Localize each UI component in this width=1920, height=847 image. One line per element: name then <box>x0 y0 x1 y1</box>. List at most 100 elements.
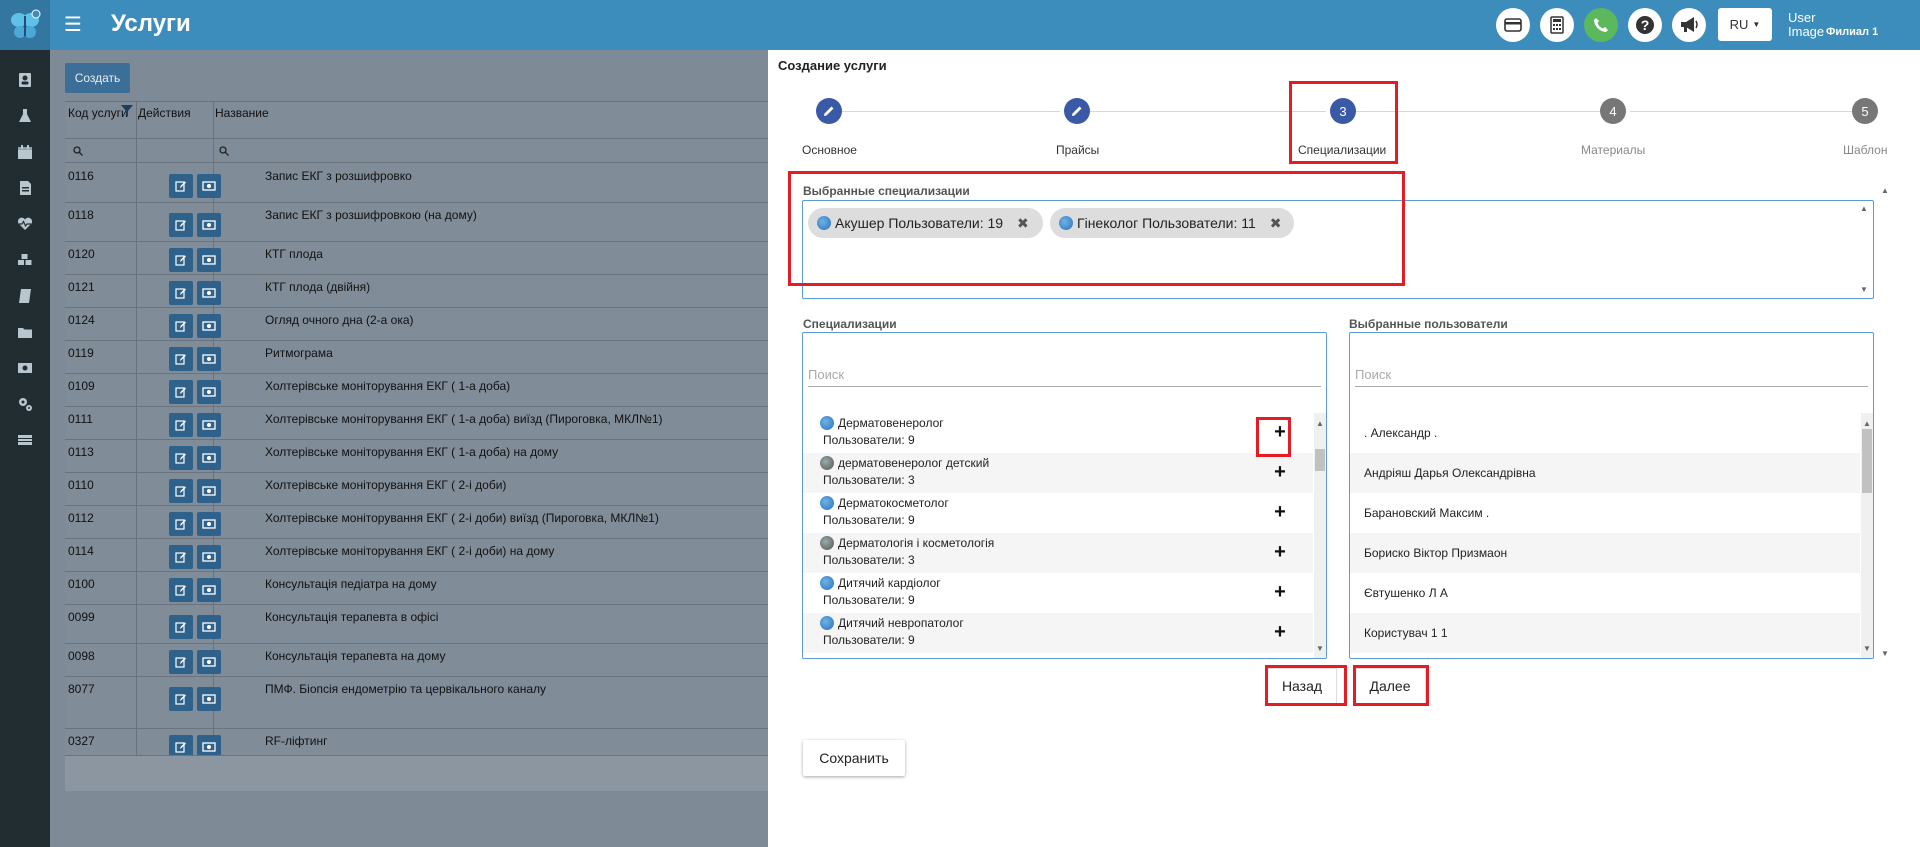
table-row[interactable]: 0112 Холтерівське моніторування ЕКГ ( 2-і… <box>65 506 768 539</box>
card-icon[interactable] <box>1496 8 1530 42</box>
table-row[interactable]: 0119 Ритмограма <box>65 341 768 374</box>
step-1-pencil-icon[interactable] <box>816 98 842 124</box>
edit-icon[interactable] <box>169 512 193 536</box>
users-search[interactable] <box>1355 363 1868 387</box>
specializations-search[interactable] <box>808 363 1321 387</box>
calendar-icon[interactable] <box>15 142 35 162</box>
edit-icon[interactable] <box>169 248 193 272</box>
phone-icon[interactable] <box>1584 8 1618 42</box>
specializations-search-input[interactable] <box>808 363 1321 385</box>
add-specialization-icon[interactable]: + <box>1265 497 1295 527</box>
specialization-item[interactable]: Дитячий невропатолог Пользователи: 9 + <box>803 613 1313 653</box>
price-icon[interactable] <box>197 687 221 711</box>
contacts-icon[interactable] <box>15 70 35 90</box>
step-2-pencil-icon[interactable] <box>1064 98 1090 124</box>
language-dropdown[interactable]: RU ▼ <box>1718 8 1772 41</box>
add-specialization-icon[interactable]: + <box>1265 617 1295 647</box>
flask-icon[interactable] <box>15 106 35 126</box>
edit-icon[interactable] <box>169 314 193 338</box>
calculator-icon[interactable] <box>1540 8 1574 42</box>
edit-icon[interactable] <box>169 380 193 404</box>
panel-scroll-up-icon[interactable]: ▲ <box>1881 186 1889 195</box>
add-specialization-icon[interactable]: + <box>1265 537 1295 567</box>
scroll-down-icon[interactable]: ▼ <box>1860 285 1868 294</box>
specialization-item[interactable]: дерматовенеролог детский Пользователи: 3 + <box>803 453 1313 493</box>
edit-icon[interactable] <box>169 413 193 437</box>
scroll-up-icon[interactable]: ▲ <box>1863 419 1871 428</box>
menu-toggle-icon[interactable]: ☰ <box>64 15 82 35</box>
table-row[interactable]: 0110 Холтерівське моніторування ЕКГ ( 2-і… <box>65 473 768 506</box>
price-icon[interactable] <box>197 446 221 470</box>
table-row[interactable]: 0124 Огляд очного дна (2-а ока) <box>65 308 768 341</box>
table-row[interactable]: 0121 КТГ плода (двійня) <box>65 275 768 308</box>
price-icon[interactable] <box>197 650 221 674</box>
edit-icon[interactable] <box>169 479 193 503</box>
edit-icon[interactable] <box>169 578 193 602</box>
branch-name[interactable]: Филиал 1 <box>1826 26 1878 38</box>
price-icon[interactable] <box>197 174 221 198</box>
scrollbar-thumb[interactable] <box>1862 429 1872 493</box>
edit-icon[interactable] <box>169 545 193 569</box>
search-icon[interactable] <box>219 146 229 159</box>
price-icon[interactable] <box>197 545 221 569</box>
scroll-up-icon[interactable]: ▲ <box>1316 419 1324 428</box>
specialization-item[interactable]: Дитячий кардіолог Пользователи: 9 + <box>803 573 1313 613</box>
cubes-icon[interactable] <box>15 250 35 270</box>
table-row[interactable]: 0100 Консультація педіатра на дому <box>65 572 768 605</box>
price-icon[interactable] <box>197 248 221 272</box>
price-icon[interactable] <box>197 615 221 639</box>
table-row[interactable]: 0113 Холтерівське моніторування ЕКГ ( 1-а… <box>65 440 768 473</box>
help-icon[interactable]: ? <box>1628 8 1662 42</box>
table-row[interactable]: 0098 Консультація терапевта на дому <box>65 644 768 677</box>
scroll-down-icon[interactable]: ▼ <box>1316 644 1324 653</box>
price-icon[interactable] <box>197 479 221 503</box>
table-row[interactable]: 0120 КТГ плода <box>65 242 768 275</box>
money-icon[interactable] <box>15 358 35 378</box>
table-row[interactable]: 0114 Холтерівське моніторування ЕКГ ( 2-і… <box>65 539 768 572</box>
heartbeat-icon[interactable] <box>15 214 35 234</box>
edit-icon[interactable] <box>169 347 193 371</box>
scrollbar-thumb[interactable] <box>1315 449 1325 471</box>
specialization-item[interactable]: Дерматовенеролог Пользователи: 9 + <box>803 413 1313 453</box>
user-list-item[interactable]: Користувач 1 1 <box>1350 613 1860 653</box>
price-icon[interactable] <box>197 213 221 237</box>
table-row[interactable]: 0111 Холтерівське моніторування ЕКГ ( 1-а… <box>65 407 768 440</box>
scroll-up-icon[interactable]: ▲ <box>1860 204 1868 213</box>
table-row[interactable]: 0118 Запис ЕКГ з розшифровкою (на дому) <box>65 203 768 242</box>
user-list-item[interactable]: Барановский Максим . <box>1350 493 1860 533</box>
step-label-template[interactable]: Шаблон <box>1843 143 1887 157</box>
price-icon[interactable] <box>197 512 221 536</box>
create-service-button[interactable]: Создать <box>65 63 130 93</box>
edit-icon[interactable] <box>169 687 193 711</box>
edit-icon[interactable] <box>169 446 193 470</box>
user-avatar[interactable]: User Image <box>1788 11 1824 48</box>
document-icon[interactable] <box>15 178 35 198</box>
scroll-down-icon[interactable]: ▼ <box>1863 644 1871 653</box>
users-search-input[interactable] <box>1355 363 1868 385</box>
filter-icon[interactable] <box>121 105 133 120</box>
user-list-item[interactable]: Бориско Віктор Призмаон <box>1350 533 1860 573</box>
step-label-basic[interactable]: Основное <box>802 143 857 157</box>
user-list-item[interactable]: Андріяш Дарья Олександрівна <box>1350 453 1860 493</box>
book-icon[interactable] <box>15 286 35 306</box>
table-row[interactable]: 8077 ПМФ. Біопсія ендометрію та цервікаль… <box>65 677 768 729</box>
app-logo[interactable] <box>0 0 50 50</box>
edit-icon[interactable] <box>169 174 193 198</box>
step-5-number[interactable]: 5 <box>1852 98 1878 124</box>
edit-icon[interactable] <box>169 281 193 305</box>
specialization-item[interactable]: Дерматологія і косметологія Пользователи:… <box>803 533 1313 573</box>
user-list-item[interactable]: . Александр . <box>1350 413 1860 453</box>
settings-icon[interactable] <box>15 394 35 414</box>
table-row[interactable]: 0099 Консультація терапевта в офісі <box>65 605 768 644</box>
price-icon[interactable] <box>197 281 221 305</box>
panel-scroll-down-icon[interactable]: ▼ <box>1881 649 1889 658</box>
add-specialization-icon[interactable]: + <box>1265 457 1295 487</box>
announcement-icon[interactable] <box>1672 8 1706 42</box>
step-label-prices[interactable]: Прайсы <box>1056 143 1099 157</box>
edit-icon[interactable] <box>169 213 193 237</box>
price-icon[interactable] <box>197 347 221 371</box>
specialization-item[interactable]: Дерматокосметолог Пользователи: 9 + <box>803 493 1313 533</box>
step-label-materials[interactable]: Материалы <box>1581 143 1645 157</box>
step-4-number[interactable]: 4 <box>1600 98 1626 124</box>
search-icon[interactable] <box>73 146 83 159</box>
